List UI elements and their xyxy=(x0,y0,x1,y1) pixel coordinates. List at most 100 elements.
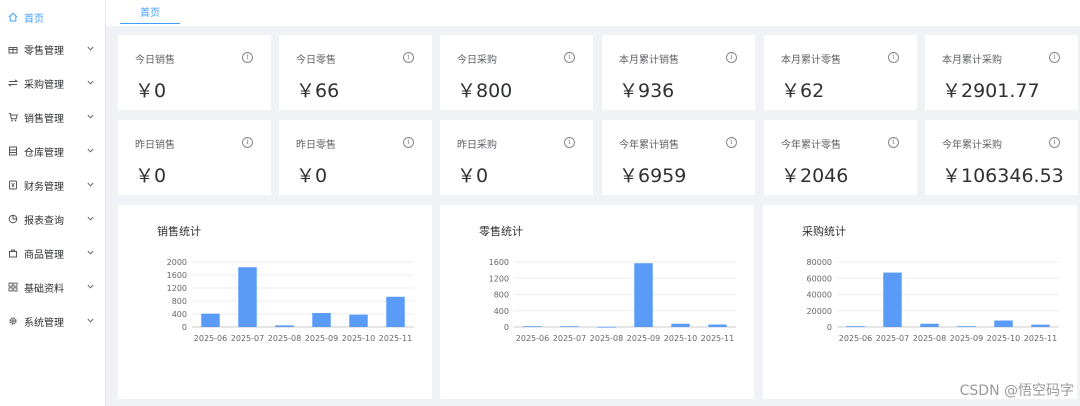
sidebar-item[interactable]: 基础资料 xyxy=(0,272,105,302)
stat-value: ￥0 xyxy=(135,165,167,187)
sidebar-item[interactable]: 财务管理 xyxy=(0,170,105,200)
chevron-down-icon xyxy=(85,215,95,223)
stat-card: 今年累计采购 i ￥106346.53 xyxy=(925,120,1078,195)
chevron-down-icon xyxy=(85,45,95,53)
bar[interactable] xyxy=(597,326,616,328)
info-icon[interactable]: i xyxy=(242,52,253,63)
bar-chart: 0 20000 40000 60000 80000 2025-06 2025-07 2025-… xyxy=(807,258,1059,343)
chevron-down-icon xyxy=(85,113,95,121)
info-icon[interactable]: i xyxy=(403,52,414,63)
info-icon[interactable]: i xyxy=(564,52,575,63)
y-tick-label: 2000 xyxy=(167,258,187,267)
bar[interactable] xyxy=(671,323,690,327)
x-tick-label: 2025-07 xyxy=(553,334,586,343)
x-tick-label: 2025-06 xyxy=(516,334,549,343)
y-tick-label: 800 xyxy=(172,297,187,306)
stat-value: ￥2046 xyxy=(781,165,849,187)
info-icon[interactable]: i xyxy=(242,137,253,148)
stat-title: 本月累计零售 xyxy=(781,55,841,66)
x-tick-label: 2025-07 xyxy=(231,334,264,343)
bar[interactable] xyxy=(957,326,976,327)
y-tick-label: 60000 xyxy=(807,274,832,283)
stat-card: 今日销售 i ￥0 xyxy=(118,35,271,110)
bar[interactable] xyxy=(883,272,902,327)
y-tick-label: 0 xyxy=(827,323,832,332)
sidebar-item[interactable]: 仓库管理 xyxy=(0,136,105,166)
stat-value: ￥0 xyxy=(457,165,489,187)
x-tick-label: 2025-09 xyxy=(950,334,983,343)
gift-icon xyxy=(8,44,18,54)
info-icon[interactable]: i xyxy=(1049,52,1060,63)
stat-title: 今年累计采购 xyxy=(942,140,1002,151)
bar[interactable] xyxy=(634,263,653,327)
stat-card: 今日零售 i ￥66 xyxy=(279,35,432,110)
y-tick-label: 1600 xyxy=(167,271,187,280)
x-tick-label: 2025-07 xyxy=(876,334,909,343)
sidebar-item-label: 零售管理 xyxy=(24,45,64,57)
x-tick-label: 2025-10 xyxy=(342,334,375,343)
stat-title: 昨日采购 xyxy=(457,140,497,151)
x-tick-label: 2025-08 xyxy=(590,334,623,343)
sidebar-item[interactable]: 零售管理 xyxy=(0,34,105,64)
stat-value: ￥0 xyxy=(135,80,167,102)
stat-value: ￥0 xyxy=(296,165,328,187)
info-icon[interactable]: i xyxy=(726,52,737,63)
info-icon[interactable]: i xyxy=(888,137,899,148)
bar[interactable] xyxy=(708,324,727,327)
sidebar-item-label: 财务管理 xyxy=(24,181,64,193)
chart-panel: 销售统计 0 400 800 1200 1600 2000 2025-06 2025-07 202… xyxy=(118,205,432,399)
stat-title: 昨日零售 xyxy=(296,140,336,151)
y-tick-label: 400 xyxy=(172,310,187,319)
info-icon[interactable]: i xyxy=(1049,137,1060,148)
y-tick-label: 80000 xyxy=(807,258,832,267)
bar[interactable] xyxy=(846,326,865,327)
stat-card: 本月累计销售 i ￥936 xyxy=(602,35,755,110)
bar[interactable] xyxy=(920,323,939,327)
stat-title: 今日采购 xyxy=(457,55,497,66)
stat-card: 今日采购 i ￥800 xyxy=(440,35,593,110)
y-tick-label: 0 xyxy=(182,323,187,332)
stat-card: 昨日零售 i ￥0 xyxy=(279,120,432,195)
bar[interactable] xyxy=(238,267,257,327)
bar[interactable] xyxy=(201,313,220,327)
chevron-down-icon xyxy=(85,147,95,155)
chart-panel: 零售统计 0 400 800 1200 1600 2025-06 2025-07 2025-08… xyxy=(440,205,754,399)
info-icon[interactable]: i xyxy=(888,52,899,63)
stat-value: ￥936 xyxy=(619,80,675,102)
y-tick-label: 800 xyxy=(494,291,509,300)
chart-panel: 采购统计 0 20000 40000 60000 80000 2025-06 2025-07 2… xyxy=(763,205,1077,399)
sidebar-item[interactable]: 销售管理 xyxy=(0,102,105,132)
sidebar-item[interactable]: 报表查询 xyxy=(0,204,105,234)
stat-card: 今年累计销售 i ￥6959 xyxy=(602,120,755,195)
y-tick-label: 1600 xyxy=(489,258,509,267)
bar[interactable] xyxy=(275,325,294,327)
bar[interactable] xyxy=(560,326,579,327)
sidebar-item-label: 仓库管理 xyxy=(24,147,64,159)
info-icon[interactable]: i xyxy=(403,137,414,148)
stat-value: ￥66 xyxy=(296,80,340,102)
sidebar-item-label: 商品管理 xyxy=(24,249,64,261)
x-tick-label: 2025-06 xyxy=(194,334,227,343)
tab-home[interactable]: 首页 xyxy=(120,0,180,24)
money-icon xyxy=(8,180,18,190)
sidebar-item[interactable]: 商品管理 xyxy=(0,238,105,268)
x-tick-label: 2025-09 xyxy=(305,334,338,343)
bar[interactable] xyxy=(523,326,542,327)
stat-value: ￥106346.53 xyxy=(942,165,1064,187)
bar-chart: 0 400 800 1200 1600 2000 2025-06 2025-07 2025-08… xyxy=(167,258,414,343)
bar[interactable] xyxy=(1031,324,1050,327)
y-tick-label: 20000 xyxy=(807,307,832,316)
info-icon[interactable]: i xyxy=(726,137,737,148)
x-tick-label: 2025-10 xyxy=(664,334,697,343)
sidebar-item[interactable]: 系统管理 xyxy=(0,306,105,336)
x-tick-label: 2025-10 xyxy=(987,334,1020,343)
info-icon[interactable]: i xyxy=(564,137,575,148)
sidebar-item[interactable]: 首页 xyxy=(0,2,105,32)
stat-title: 今日零售 xyxy=(296,55,336,66)
bar[interactable] xyxy=(994,320,1013,328)
bar[interactable] xyxy=(312,313,331,327)
sidebar-item[interactable]: 采购管理 xyxy=(0,68,105,98)
chevron-down-icon xyxy=(85,283,95,291)
bar[interactable] xyxy=(386,296,405,327)
bar[interactable] xyxy=(349,314,368,327)
